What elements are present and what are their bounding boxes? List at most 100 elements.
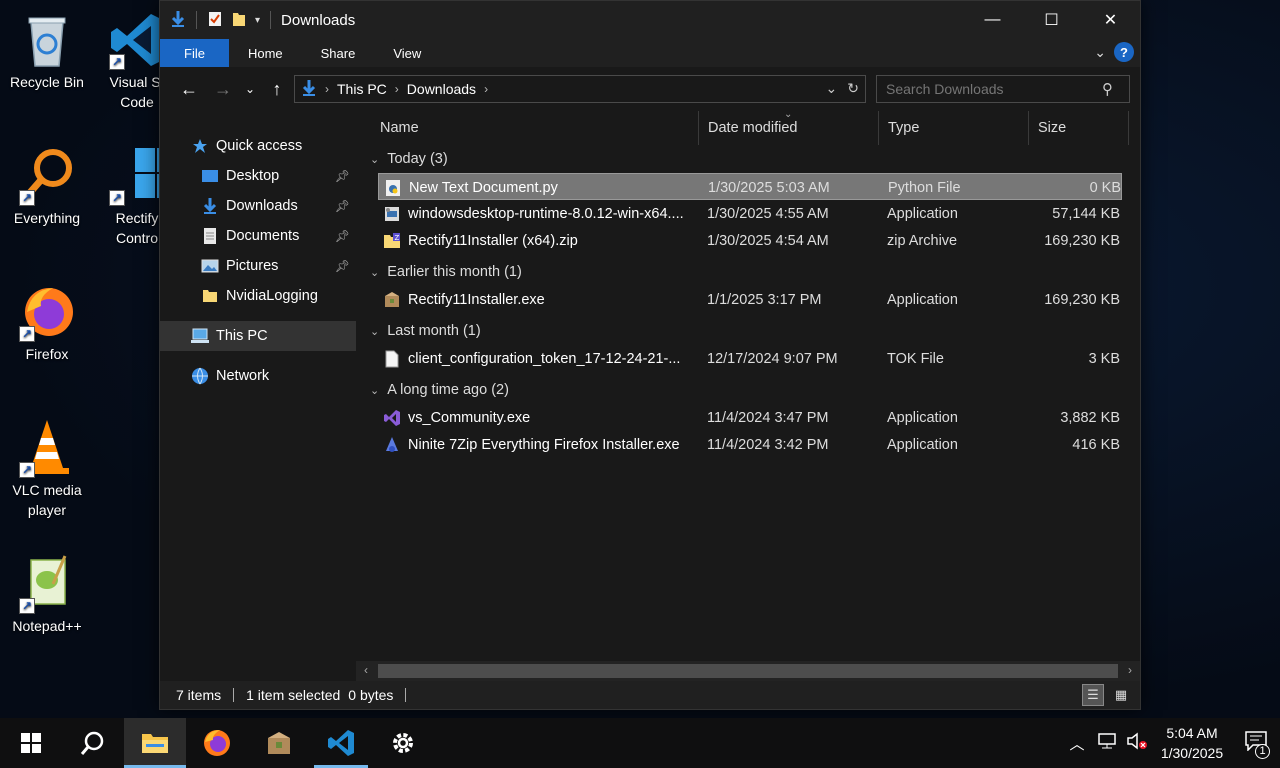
file-name: New Text Document.py <box>409 179 558 196</box>
sidebar-item-downloads[interactable]: Downloads 📌︎ <box>160 191 356 221</box>
taskbar-installer[interactable] <box>248 718 310 768</box>
desktop-icon-notepadpp[interactable]: Notepad++ <box>0 554 94 636</box>
search-input[interactable] <box>876 75 1130 103</box>
table-row[interactable]: New Text Document.py 1/30/2025 5:03 AM P… <box>378 173 1122 200</box>
help-button[interactable]: ? <box>1114 42 1134 62</box>
pin-icon[interactable]: 📌︎ <box>335 259 350 273</box>
desktop-icon-recycle-bin[interactable]: Recycle Bin <box>0 10 94 92</box>
column-size[interactable]: Size <box>1030 111 1066 145</box>
desktop-icon-vlc[interactable]: VLC media player <box>0 418 94 520</box>
taskbar-file-explorer[interactable] <box>124 718 186 768</box>
column-name[interactable]: Name <box>372 111 419 145</box>
sidebar-item-label: Downloads <box>226 198 298 214</box>
expand-ribbon-chevron-icon[interactable]: ⌄ <box>1094 44 1106 61</box>
sidebar-item-desktop[interactable]: Desktop 📌︎ <box>160 161 356 191</box>
file-size: 416 KB <box>1072 436 1120 453</box>
search-icon[interactable]: ⚲ <box>1102 80 1113 98</box>
scroll-right-arrow-icon[interactable]: › <box>1128 663 1132 677</box>
refresh-icon[interactable]: ↻ <box>847 80 859 97</box>
breadcrumb-this-pc[interactable]: This PC <box>337 81 387 97</box>
clock[interactable]: 5:04 AM 1/30/2025 <box>1152 723 1232 763</box>
table-row[interactable]: Z Rectify11Installer (x64).zip 1/30/2025… <box>356 227 1140 254</box>
desktop-icon-everything[interactable]: Everything <box>0 146 94 228</box>
column-divider[interactable] <box>878 111 879 145</box>
table-row[interactable]: Ninite 7Zip Everything Firefox Installer… <box>356 431 1140 458</box>
collapse-chevron-icon[interactable]: ⌄ <box>370 153 379 166</box>
address-bar-controls: ⌄ ↻ <box>826 80 859 97</box>
taskbar-firefox[interactable] <box>186 718 248 768</box>
horizontal-scrollbar[interactable]: ‹ › <box>356 661 1140 681</box>
column-date-modified[interactable]: Date modified <box>700 111 797 145</box>
up-arrow-icon[interactable]: ↑ <box>260 79 294 100</box>
sidebar-item-quick-access[interactable]: Quick access <box>160 131 356 161</box>
sidebar-item-this-pc[interactable]: This PC <box>160 321 356 351</box>
properties-icon[interactable] <box>207 10 223 31</box>
sidebar-item-label: Pictures <box>226 258 279 274</box>
toolbar-separator <box>270 11 272 29</box>
download-arrow-icon <box>170 10 186 31</box>
large-icons-view-icon[interactable]: ▦ <box>1110 684 1132 706</box>
group-header[interactable]: ⌄ Last month (1) <box>356 317 1140 345</box>
group-header[interactable]: ⌄ A long time ago (2) <box>356 376 1140 404</box>
table-row[interactable]: client_configuration_token_17-12-24-21-.… <box>356 345 1140 372</box>
table-row[interactable]: vs_Community.exe 11/4/2024 3:47 PM Appli… <box>356 404 1140 431</box>
file-name: client_configuration_token_17-12-24-21-.… <box>408 350 681 367</box>
notification-center-icon[interactable]: 1 <box>1232 731 1280 759</box>
clock-date: 1/30/2025 <box>1160 745 1224 761</box>
sidebar-item-documents[interactable]: Documents 📌︎ <box>160 221 356 251</box>
customize-toolbar-chevron-icon[interactable]: ▾ <box>255 15 260 26</box>
scroll-left-arrow-icon[interactable]: ‹ <box>364 663 368 677</box>
close-button[interactable]: ✕ <box>1081 1 1140 39</box>
file-size: 3,882 KB <box>1060 409 1120 426</box>
recent-locations-chevron-icon[interactable]: ⌄ <box>240 82 260 96</box>
status-separator <box>233 688 235 702</box>
back-arrow-icon[interactable]: ← <box>172 79 206 100</box>
collapse-chevron-icon[interactable]: ⌄ <box>370 384 379 397</box>
pin-icon[interactable]: 📌︎ <box>335 199 350 213</box>
table-row[interactable]: windowsdesktop-runtime-8.0.12-win-x64...… <box>356 200 1140 227</box>
forward-arrow-icon[interactable]: → <box>206 79 240 100</box>
scrollbar-thumb[interactable] <box>378 664 1118 678</box>
ribbon-right-controls: ⌄ ? <box>1094 42 1134 62</box>
column-divider[interactable] <box>1028 111 1029 145</box>
breadcrumb-chevron-icon[interactable]: › <box>395 82 399 96</box>
sidebar-item-network[interactable]: Network <box>160 361 356 391</box>
show-hidden-icons-chevron-icon[interactable]: ︿ <box>1062 733 1092 754</box>
breadcrumb-chevron-icon[interactable]: › <box>484 82 488 96</box>
network-status-icon[interactable] <box>1092 732 1122 754</box>
breadcrumb-chevron-icon[interactable]: › <box>325 82 329 96</box>
volume-muted-icon[interactable] <box>1122 732 1152 754</box>
search-button[interactable] <box>62 718 124 768</box>
taskbar-vscode[interactable] <box>310 718 372 768</box>
collapse-chevron-icon[interactable]: ⌄ <box>370 325 379 338</box>
collapse-chevron-icon[interactable]: ⌄ <box>370 266 379 279</box>
desktop-folder-icon <box>200 167 220 185</box>
tab-file[interactable]: File <box>160 39 229 67</box>
group-label: Earlier this month (1) <box>387 264 522 280</box>
tab-view[interactable]: View <box>374 39 440 67</box>
sidebar-item-nvidialogging[interactable]: NvidiaLogging <box>160 281 356 311</box>
desktop-icon-firefox[interactable]: Firefox <box>0 282 94 364</box>
taskbar-settings[interactable] <box>372 718 434 768</box>
breadcrumb-downloads[interactable]: Downloads <box>407 81 476 97</box>
group-header[interactable]: ⌄ Today (3) <box>356 145 1140 173</box>
column-divider[interactable] <box>1128 111 1129 145</box>
new-folder-icon[interactable] <box>231 10 247 31</box>
group-header[interactable]: ⌄ Earlier this month (1) <box>356 258 1140 286</box>
desktop-icon-label: Recycle Bin <box>10 74 84 90</box>
table-row[interactable]: Rectify11Installer.exe 1/1/2025 3:17 PM … <box>356 286 1140 313</box>
address-bar[interactable]: › This PC › Downloads › ⌄ ↻ <box>294 75 866 103</box>
address-dropdown-chevron-icon[interactable]: ⌄ <box>826 80 838 97</box>
maximize-button[interactable]: ☐ <box>1022 1 1081 39</box>
tab-home[interactable]: Home <box>229 39 302 67</box>
tab-share[interactable]: Share <box>302 39 375 67</box>
pin-icon[interactable]: 📌︎ <box>335 229 350 243</box>
column-divider[interactable] <box>698 111 699 145</box>
group-label: Today (3) <box>387 151 448 167</box>
column-type[interactable]: Type <box>880 111 919 145</box>
sidebar-item-pictures[interactable]: Pictures 📌︎ <box>160 251 356 281</box>
details-view-icon[interactable]: ☰ <box>1082 684 1104 706</box>
minimize-button[interactable]: — <box>963 1 1022 39</box>
start-button[interactable] <box>0 718 62 768</box>
pin-icon[interactable]: 📌︎ <box>335 169 350 183</box>
